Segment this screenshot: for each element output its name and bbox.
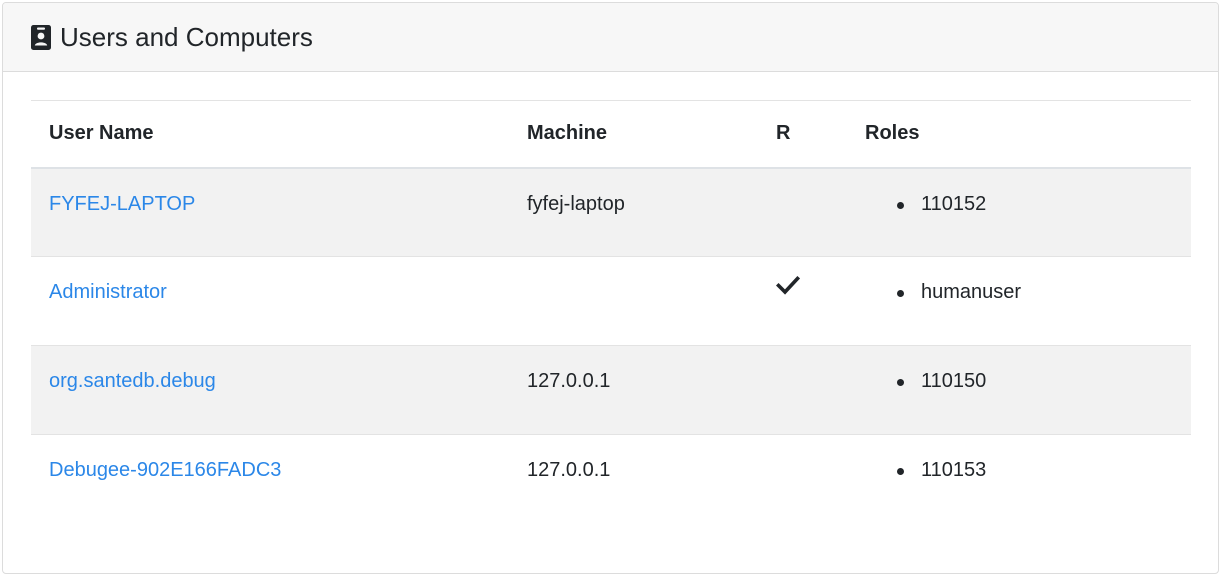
role-label: 110150 bbox=[921, 370, 987, 392]
role-item: 110152 bbox=[865, 193, 1191, 216]
role-label: 110152 bbox=[921, 192, 987, 215]
id-badge-icon bbox=[30, 24, 52, 50]
roles-list: 110153 bbox=[865, 459, 1191, 482]
card-body: User Name Machine R Roles FYFEJ-LAPTOP f… bbox=[3, 72, 1218, 524]
table-row: Administrator humanuser bbox=[31, 256, 1191, 346]
roles-list: humanuser bbox=[865, 281, 1191, 304]
roles-list: 110150 bbox=[865, 370, 1191, 393]
roles-cell: 110150 bbox=[847, 345, 1191, 435]
users-table: User Name Machine R Roles FYFEJ-LAPTOP f… bbox=[31, 100, 1191, 524]
table-row: Debugee-902E166FADC3 127.0.0.1 110153 bbox=[31, 434, 1191, 524]
roles-list: 110152 bbox=[865, 193, 1191, 216]
check-icon bbox=[775, 273, 801, 297]
column-header-roles[interactable]: Roles bbox=[847, 100, 1191, 169]
machine-cell: 127.0.0.1 bbox=[509, 345, 758, 435]
user-name-cell: Administrator bbox=[31, 256, 509, 346]
roles-cell: humanuser bbox=[847, 256, 1191, 346]
user-link[interactable]: Debugee-902E166FADC3 bbox=[49, 459, 281, 481]
table-header-row: User Name Machine R Roles bbox=[31, 100, 1191, 169]
role-label: 110153 bbox=[921, 459, 987, 481]
roles-cell: 110153 bbox=[847, 434, 1191, 524]
card-title: Users and Computers bbox=[60, 21, 313, 52]
column-header-machine[interactable]: Machine bbox=[509, 100, 758, 169]
table-row: FYFEJ-LAPTOP fyfej-laptop 110152 bbox=[31, 167, 1191, 257]
r-cell bbox=[758, 167, 847, 257]
role-item: humanuser bbox=[865, 281, 1191, 304]
role-item: 110150 bbox=[865, 370, 1191, 393]
user-name-cell: Debugee-902E166FADC3 bbox=[31, 434, 509, 524]
machine-text: 127.0.0.1 bbox=[527, 370, 611, 392]
column-header-user-name[interactable]: User Name bbox=[31, 100, 509, 169]
bullet-icon bbox=[897, 379, 904, 386]
users-computers-card: Users and Computers User Name Machine R … bbox=[2, 2, 1219, 574]
user-link[interactable]: Administrator bbox=[49, 281, 167, 303]
machine-cell: fyfej-laptop bbox=[509, 167, 758, 257]
user-name-cell: org.santedb.debug bbox=[31, 345, 509, 435]
user-link[interactable]: FYFEJ-LAPTOP bbox=[49, 193, 195, 215]
roles-cell: 110152 bbox=[847, 167, 1191, 257]
machine-cell: 127.0.0.1 bbox=[509, 434, 758, 524]
user-name-cell: FYFEJ-LAPTOP bbox=[31, 167, 509, 257]
role-item: 110153 bbox=[865, 459, 1191, 482]
role-label: humanuser bbox=[921, 281, 1022, 303]
user-link[interactable]: org.santedb.debug bbox=[49, 370, 216, 392]
bullet-icon bbox=[897, 468, 904, 475]
machine-text: fyfej-laptop bbox=[527, 192, 625, 215]
card-header: Users and Computers bbox=[3, 3, 1218, 72]
r-cell bbox=[758, 434, 847, 524]
machine-cell bbox=[509, 256, 758, 346]
column-header-r[interactable]: R bbox=[758, 100, 847, 169]
machine-text: 127.0.0.1 bbox=[527, 459, 611, 481]
table-row: org.santedb.debug 127.0.0.1 110150 bbox=[31, 345, 1191, 435]
bullet-icon bbox=[897, 290, 904, 297]
bullet-icon bbox=[897, 201, 904, 209]
r-cell bbox=[758, 345, 847, 435]
r-cell bbox=[758, 256, 847, 346]
